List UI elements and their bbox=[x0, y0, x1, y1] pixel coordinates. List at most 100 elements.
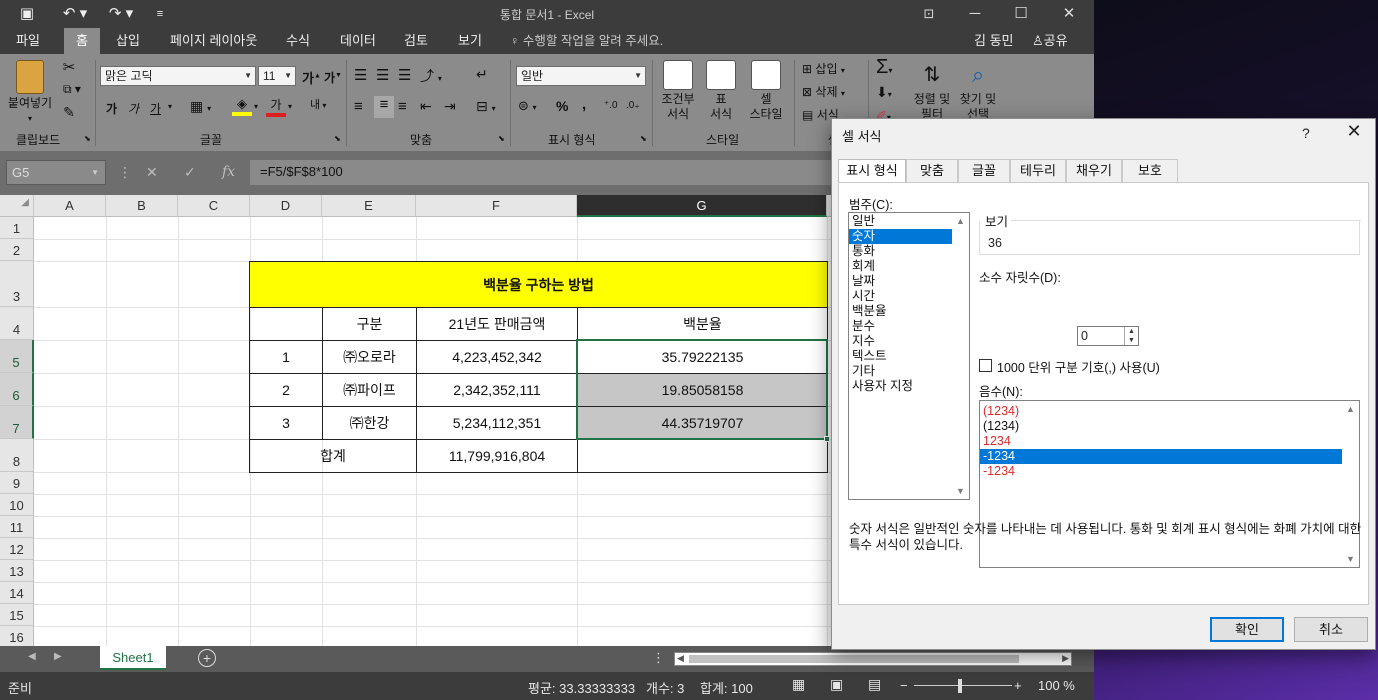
chevron-down-icon[interactable]: ▾ bbox=[254, 102, 258, 111]
clipboard-launcher-icon[interactable]: ⬊ bbox=[84, 134, 91, 143]
status-average[interactable]: 평균: 33.33333333 bbox=[528, 678, 635, 697]
row-header[interactable]: 11 bbox=[0, 516, 34, 538]
page-layout-view-icon[interactable]: ▣ bbox=[830, 676, 843, 693]
row-header[interactable]: 3 bbox=[0, 261, 34, 307]
find-select-button[interactable]: ⌕ 찾기 및 선택 bbox=[956, 60, 1000, 122]
tab-data[interactable]: 데이터 bbox=[334, 28, 382, 54]
delete-cells-button[interactable]: ⊠ 삭제 ▾ bbox=[802, 83, 845, 100]
row-header-selected[interactable]: 7 bbox=[0, 406, 34, 439]
row-header[interactable]: 4 bbox=[0, 307, 34, 340]
zoom-slider[interactable] bbox=[914, 685, 1012, 686]
row-header[interactable]: 16 bbox=[0, 626, 34, 648]
spin-down-icon[interactable]: ▼ bbox=[1125, 336, 1138, 345]
orientation-icon[interactable]: ⤴ ▾ bbox=[420, 66, 442, 86]
zoom-in-icon[interactable]: + bbox=[1014, 678, 1022, 693]
cell-styles-button[interactable]: 셀 스타일 bbox=[744, 60, 788, 122]
font-color-button[interactable]: 가 bbox=[266, 96, 286, 117]
category-item[interactable]: 시간 bbox=[849, 289, 969, 304]
tab-fill[interactable]: 채우기 bbox=[1066, 159, 1122, 182]
column-header[interactable]: E bbox=[322, 195, 416, 217]
zoom-slider-thumb[interactable] bbox=[958, 679, 962, 693]
grow-font-button[interactable]: 가▲ bbox=[302, 68, 321, 87]
increase-decimal-icon[interactable]: ⁺.0 bbox=[604, 100, 618, 111]
category-item[interactable]: 텍스트 bbox=[849, 349, 969, 364]
status-count[interactable]: 개수: 3 bbox=[646, 678, 684, 697]
tell-me-box[interactable]: ♀ 수행할 작업을 알려 주세요. bbox=[510, 28, 663, 54]
scroll-left-icon[interactable]: ◀ bbox=[677, 653, 684, 664]
font-size-box[interactable]: 11 ▼ bbox=[258, 66, 296, 86]
table-cell-no[interactable]: 3 bbox=[249, 406, 323, 440]
cut-icon[interactable]: ✂ bbox=[60, 58, 78, 76]
align-right-icon[interactable]: ≡ bbox=[398, 98, 407, 115]
fill-icon[interactable]: ⬇▾ bbox=[876, 84, 892, 101]
tab-protection[interactable]: 보호 bbox=[1122, 159, 1178, 182]
name-box[interactable]: G5 ▼ bbox=[6, 160, 106, 185]
number-launcher-icon[interactable]: ⬊ bbox=[640, 134, 647, 143]
scroll-left-icon[interactable]: ◀ bbox=[28, 651, 36, 662]
chevron-down-icon[interactable]: ▾ bbox=[288, 102, 292, 111]
middle-align-icon[interactable]: ☰ bbox=[376, 66, 389, 84]
column-header[interactable]: D bbox=[250, 195, 322, 217]
minimize-icon[interactable]: ─ bbox=[952, 0, 998, 28]
scrollbar-thumb[interactable] bbox=[689, 655, 1019, 663]
tab-page-layout[interactable]: 페이지 레이아웃 bbox=[164, 28, 263, 54]
format-painter-icon[interactable]: ✎ bbox=[60, 104, 78, 121]
accounting-format-icon[interactable]: ⊜ ▾ bbox=[518, 98, 537, 114]
decimal-places-stepper[interactable]: 0 ▲ ▼ bbox=[1077, 326, 1139, 346]
category-item[interactable]: 날짜 bbox=[849, 274, 969, 289]
row-header[interactable]: 2 bbox=[0, 239, 34, 261]
more-icon[interactable]: ⋮ bbox=[652, 650, 665, 666]
zoom-level[interactable]: 100 % bbox=[1038, 678, 1075, 693]
table-cell-amount[interactable]: 4,223,452,342 bbox=[416, 340, 578, 374]
align-left-icon[interactable]: ≡ bbox=[354, 98, 363, 115]
table-cell-no[interactable]: 1 bbox=[249, 340, 323, 374]
column-header-selected[interactable]: G bbox=[577, 195, 827, 217]
tab-border[interactable]: 테두리 bbox=[1010, 159, 1066, 182]
tab-view[interactable]: 보기 bbox=[452, 28, 488, 54]
bold-button[interactable]: 가 bbox=[106, 100, 117, 117]
column-header[interactable]: A bbox=[34, 195, 106, 217]
spin-up-icon[interactable]: ▲ bbox=[1125, 327, 1138, 336]
decrease-decimal-icon[interactable]: .0₊ bbox=[626, 100, 640, 111]
negative-format-item[interactable]: (1234) bbox=[980, 419, 1342, 434]
paste-button[interactable]: 붙여넣기 ▾ bbox=[4, 60, 56, 126]
table-cell-name[interactable]: ㈜한강 bbox=[322, 406, 417, 440]
font-name-box[interactable]: 맑은 고딕 ▼ bbox=[100, 66, 256, 86]
negative-format-item[interactable]: 1234 bbox=[980, 434, 1342, 449]
merge-center-icon[interactable]: ⊟ ▾ bbox=[476, 98, 496, 115]
tab-review[interactable]: 검토 bbox=[398, 28, 434, 54]
tab-insert[interactable]: 삽입 bbox=[110, 28, 146, 54]
table-cell-name[interactable]: ㈜오로라 bbox=[322, 340, 417, 374]
table-cell[interactable] bbox=[577, 439, 828, 473]
category-item-selected[interactable]: 숫자 bbox=[849, 229, 952, 244]
chevron-down-icon[interactable]: ▾ bbox=[168, 102, 172, 111]
row-header[interactable]: 12 bbox=[0, 538, 34, 560]
tab-font[interactable]: 글꼴 bbox=[958, 159, 1010, 182]
table-header[interactable]: 백분율 bbox=[577, 307, 828, 341]
row-header[interactable]: 15 bbox=[0, 604, 34, 626]
table-header[interactable]: 구분 bbox=[322, 307, 417, 341]
sheet-tab[interactable]: Sheet1 bbox=[100, 646, 166, 670]
negative-format-item[interactable]: -1234 bbox=[980, 464, 1342, 479]
category-scrollbar[interactable]: ▲ ▼ bbox=[952, 213, 969, 499]
tab-file[interactable]: 파일 bbox=[10, 28, 46, 54]
help-button[interactable]: ? bbox=[1302, 125, 1310, 141]
insert-cells-button[interactable]: ⊞ 삽입 ▾ bbox=[802, 60, 845, 77]
column-header[interactable]: F bbox=[416, 195, 577, 217]
category-item[interactable]: 지수 bbox=[849, 334, 969, 349]
table-cell-no[interactable]: 2 bbox=[249, 373, 323, 407]
table-total-amount[interactable]: 11,799,916,804 bbox=[416, 439, 578, 473]
insert-function-icon[interactable]: fx bbox=[222, 160, 235, 185]
tab-number[interactable]: 표시 형식 bbox=[838, 159, 906, 183]
conditional-format-button[interactable]: 조건부 서식 bbox=[656, 60, 700, 122]
italic-button[interactable]: 가 bbox=[128, 100, 139, 117]
user-name[interactable]: 김 동민 bbox=[974, 28, 1014, 54]
zoom-out-icon[interactable]: − bbox=[900, 678, 908, 693]
row-header[interactable]: 8 bbox=[0, 439, 34, 472]
row-header[interactable]: 10 bbox=[0, 494, 34, 516]
decrease-indent-icon[interactable]: ⇤ bbox=[420, 98, 432, 115]
spinner[interactable]: ▲ ▼ bbox=[1124, 327, 1138, 345]
enter-icon[interactable]: ✓ bbox=[184, 160, 196, 185]
scroll-down-icon[interactable]: ▼ bbox=[952, 486, 969, 496]
share-button[interactable]: ♙공유 bbox=[1032, 28, 1068, 54]
